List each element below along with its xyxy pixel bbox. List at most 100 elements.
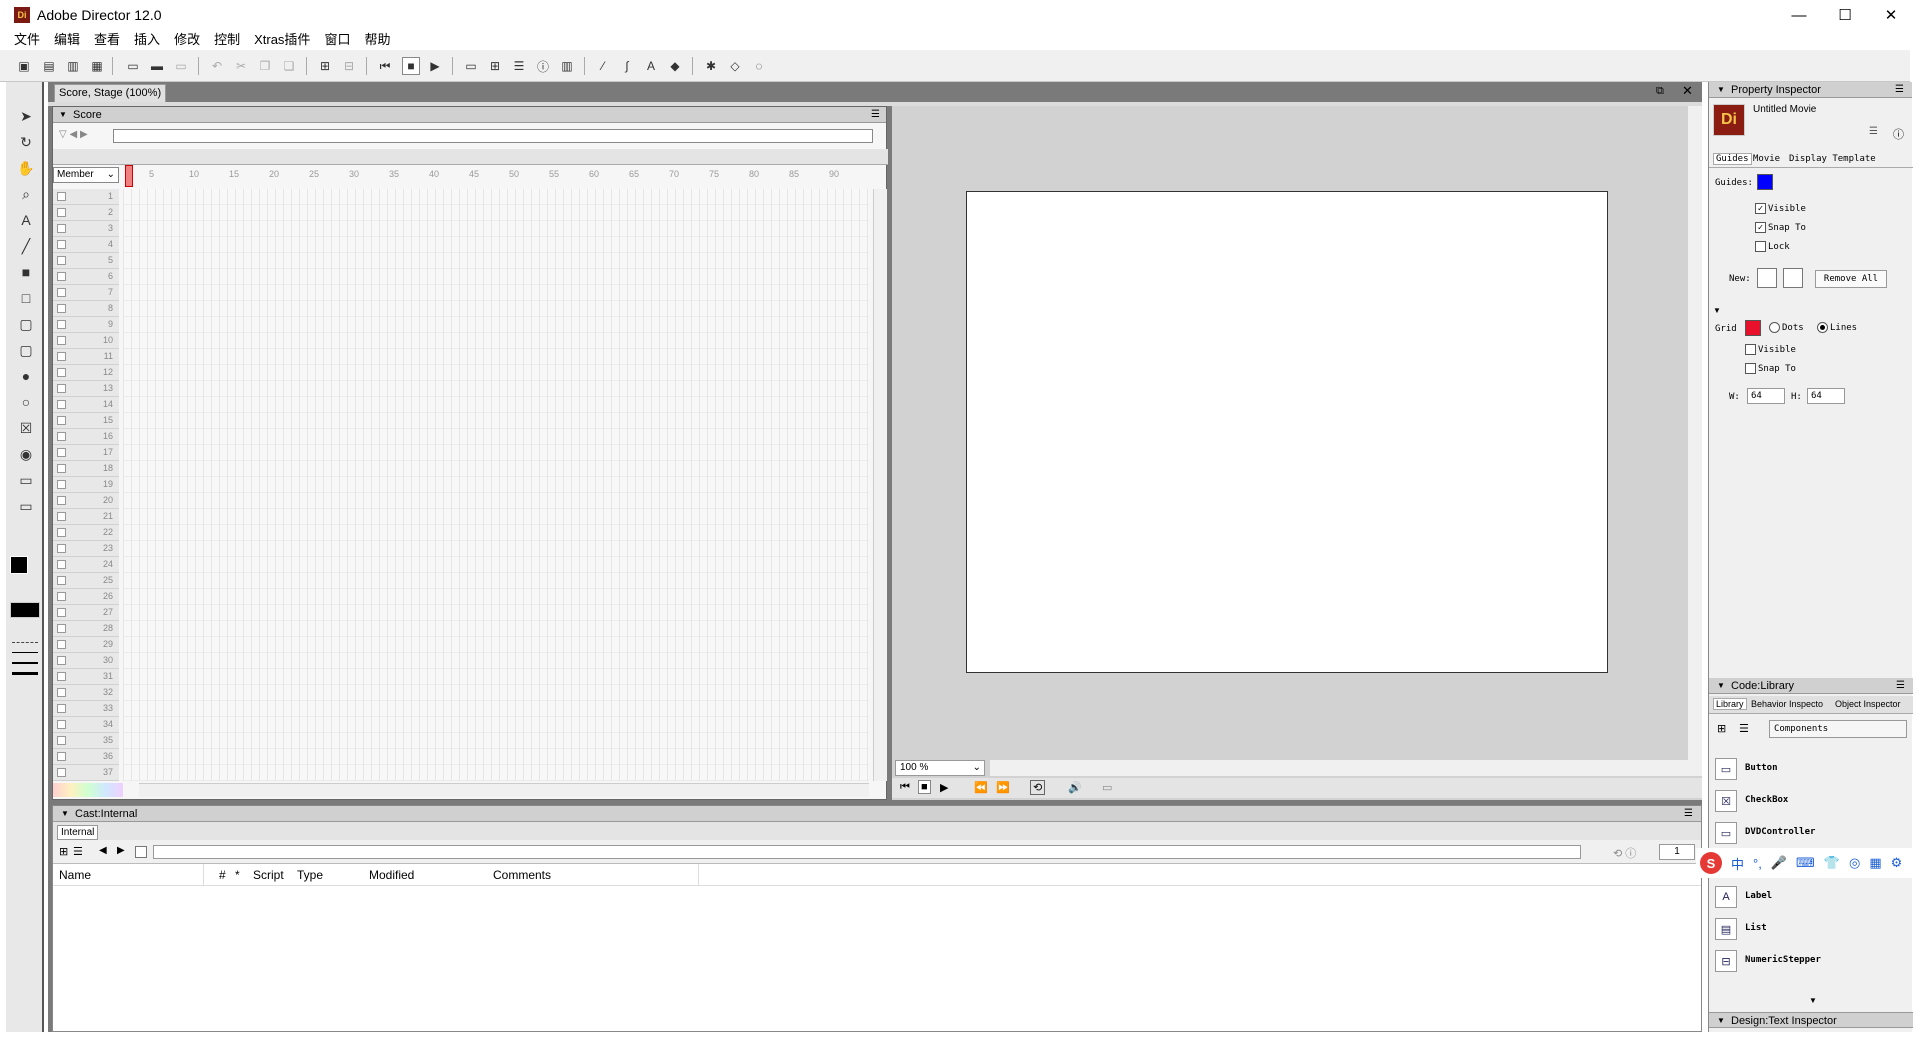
line-width-3[interactable] (12, 672, 38, 675)
channel-toggle[interactable] (57, 512, 66, 521)
play-icon[interactable]: ▶ (426, 57, 444, 75)
channel-toggle[interactable] (57, 384, 66, 393)
channel-row[interactable]: 12 (53, 365, 119, 381)
property-inspector-icon[interactable]: ⓘ (534, 57, 552, 75)
channel-row[interactable]: 2 (53, 205, 119, 221)
previous-member-icon[interactable]: ◀ (99, 845, 107, 856)
menu-control[interactable]: 控制 (214, 30, 240, 50)
checkbox-tool-icon[interactable]: ☒ (16, 418, 36, 438)
channel-row[interactable]: 11 (53, 349, 119, 365)
grid-snap-checkbox[interactable]: Snap To (1745, 363, 1796, 374)
filled-round-rect-icon[interactable]: ▢ (16, 314, 36, 334)
channel-toggle[interactable] (57, 336, 66, 345)
channel-row[interactable]: 25 (53, 573, 119, 589)
channel-toggle[interactable] (57, 352, 66, 361)
drag-member-icon[interactable] (135, 846, 147, 858)
sogou-logo-icon[interactable]: S (1700, 852, 1722, 874)
paste-icon[interactable]: ❏ (280, 57, 298, 75)
text-window-icon[interactable]: A (642, 57, 660, 75)
tab-behavior-inspector[interactable]: Behavior Inspecto (1751, 699, 1833, 709)
channel-toggle[interactable] (57, 240, 66, 249)
ime-microphone-icon[interactable]: 🎤 (1771, 855, 1787, 871)
channel-row[interactable]: 6 (53, 269, 119, 285)
channel-toggle[interactable] (57, 480, 66, 489)
channel-row[interactable]: 24 (53, 557, 119, 573)
channel-toggle[interactable] (57, 448, 66, 457)
save-all-icon[interactable]: ▬ (148, 57, 166, 75)
channel-toggle[interactable] (57, 416, 66, 425)
shockwave-3d-icon[interactable]: ◆ (666, 57, 684, 75)
document-tab[interactable]: Score, Stage (100%) (54, 84, 167, 102)
find-icon[interactable]: ⊞ (316, 57, 334, 75)
line-tool-icon[interactable]: ╱ (16, 236, 36, 256)
score-window-icon[interactable]: ☰ (510, 57, 528, 75)
stage-window-icon[interactable]: ▭ (462, 57, 480, 75)
column-script[interactable]: Script (253, 868, 284, 882)
channel-row[interactable]: 30 (53, 653, 119, 669)
cast-member-number[interactable]: 1 (1659, 844, 1695, 860)
close-panel-icon[interactable]: ✕ (1682, 83, 1693, 99)
ime-mode-icon[interactable]: 中 (1731, 854, 1744, 873)
playhead[interactable] (125, 165, 133, 187)
channel-toggle[interactable] (57, 192, 66, 201)
grid-collapse-icon[interactable]: ▼ (1713, 306, 1721, 315)
step-back-icon[interactable]: ⏪ (974, 781, 988, 794)
channel-row[interactable]: 4 (53, 237, 119, 253)
code-library-menu-icon[interactable]: ☰ (1896, 678, 1905, 694)
channel-toggle[interactable] (57, 640, 66, 649)
column-modified[interactable]: Modified (369, 868, 414, 882)
channel-toggle[interactable] (57, 624, 66, 633)
score-menu-icon[interactable]: ☰ (871, 107, 880, 123)
color-label-strip[interactable] (53, 783, 123, 797)
channel-toggle[interactable] (57, 704, 66, 713)
menu-edit[interactable]: 编辑 (54, 30, 80, 50)
grid-color-chip[interactable] (1745, 320, 1761, 336)
channel-row[interactable]: 20 (53, 493, 119, 509)
new-cast-icon[interactable]: ▤ (40, 57, 58, 75)
channel-row[interactable]: 32 (53, 685, 119, 701)
channel-row[interactable]: 28 (53, 621, 119, 637)
score-nav-icons[interactable]: ▽ ◀ ▶ (59, 129, 88, 140)
copy-icon[interactable]: ❐ (256, 57, 274, 75)
score-horizontal-scrollbar[interactable] (139, 783, 869, 797)
cast-member-name-field[interactable] (153, 845, 1581, 859)
button-tool-icon[interactable]: ▭ (16, 496, 36, 516)
library-category-select[interactable]: Components (1769, 720, 1907, 738)
step-forward-icon[interactable]: ⏩ (996, 781, 1010, 794)
channel-toggle[interactable] (57, 464, 66, 473)
grid-visible-checkbox[interactable]: Visible (1745, 344, 1796, 355)
channel-row[interactable]: 27 (53, 605, 119, 621)
channel-toggle[interactable] (57, 672, 66, 681)
line-width-1[interactable] (12, 652, 38, 653)
text-tool-icon[interactable]: A (16, 210, 36, 230)
library-icon[interactable]: ▥ (558, 57, 576, 75)
channel-row[interactable]: 22 (53, 525, 119, 541)
channel-toggle[interactable] (57, 288, 66, 297)
score-script-channel[interactable] (113, 129, 873, 143)
library-scroll-down-icon[interactable]: ▼ (1809, 996, 1817, 1005)
script-icon[interactable]: ✱ (702, 57, 720, 75)
channel-toggle[interactable] (57, 752, 66, 761)
ime-keyboard-icon[interactable]: ⌨ (1796, 855, 1815, 871)
rewind-icon[interactable]: ⏮ (376, 57, 394, 75)
channel-toggle[interactable] (57, 592, 66, 601)
list-view-toggle-icon[interactable]: ☰ (1869, 126, 1878, 137)
channel-toggle[interactable] (57, 544, 66, 553)
thumbnail-view-icon[interactable]: ⊞ (59, 845, 68, 858)
stop-icon[interactable]: ■ (402, 57, 420, 75)
grid-dots-radio[interactable]: Dots (1769, 322, 1804, 333)
channel-row[interactable]: 14 (53, 397, 119, 413)
channel-toggle[interactable] (57, 656, 66, 665)
menu-xtras[interactable]: Xtras插件 (254, 30, 310, 50)
channel-row[interactable]: 33 (53, 701, 119, 717)
grid-width-input[interactable]: 64 (1747, 388, 1785, 404)
round-rect-tool-icon[interactable]: ▢ (16, 340, 36, 360)
stage-horizontal-scrollbar[interactable] (990, 760, 1688, 776)
import-icon[interactable]: ▦ (88, 57, 106, 75)
tab-guides[interactable]: Guides (1713, 153, 1752, 165)
line-width-2[interactable] (12, 662, 38, 664)
channel-toggle[interactable] (57, 400, 66, 409)
channel-row[interactable]: 19 (53, 477, 119, 493)
tab-object-inspector[interactable]: Object Inspector (1835, 699, 1901, 709)
channel-row[interactable]: 21 (53, 509, 119, 525)
